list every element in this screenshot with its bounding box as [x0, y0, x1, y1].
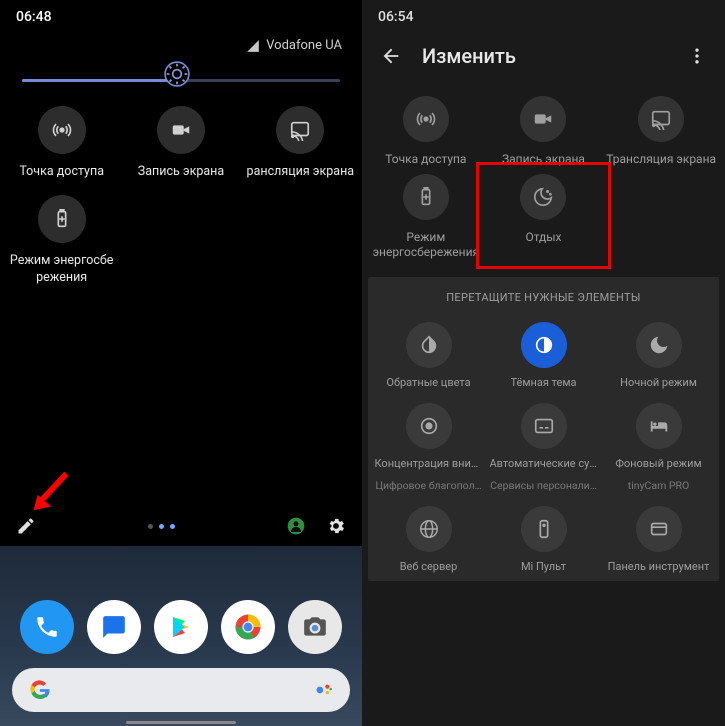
qs-label: Режим энергосбе режения [10, 253, 114, 287]
globe-icon [418, 518, 440, 540]
cast-icon [289, 119, 311, 141]
captions-icon [533, 415, 555, 437]
dock-messages[interactable] [87, 600, 141, 654]
tile-sublabel: Цифровое благопол… [375, 479, 481, 492]
tile-cast[interactable]: Трансляция экрана [603, 94, 719, 168]
google-g-icon [28, 678, 52, 702]
signal-icon [246, 39, 260, 53]
tile-label: Автоматические суб… [490, 457, 598, 470]
dock-phone[interactable] [20, 600, 74, 654]
qs-label: рансляция экрана [247, 164, 355, 181]
cast-icon [650, 108, 672, 130]
video-icon [170, 119, 192, 141]
status-time: 06:48 [16, 9, 52, 25]
tile-sublabel: Сервисы персонали… [490, 479, 597, 492]
carrier-row: Vodafone UA [0, 34, 362, 55]
battery-icon [51, 208, 73, 230]
tile-battery-saver[interactable]: Режим энергосбережения [368, 172, 484, 261]
video-icon [532, 108, 554, 130]
search-bar[interactable] [12, 668, 350, 712]
qs-label: Точка доступа [19, 164, 104, 181]
tile-label: Отдых [525, 230, 561, 244]
tile-label: Точка доступа [385, 152, 466, 166]
carrier-label: Vodafone UA [266, 38, 342, 53]
avail-tile-night-mode[interactable]: Ночной режим [602, 320, 715, 391]
moon-icon [648, 334, 670, 356]
settings-button[interactable] [326, 516, 346, 536]
dock-camera[interactable] [288, 600, 342, 654]
nav-bar[interactable] [126, 721, 236, 724]
tile-label: Обратные цвета [386, 376, 470, 389]
tile-label: Фоновый режим [615, 457, 701, 470]
target-icon [418, 415, 440, 437]
bed-icon [648, 415, 670, 437]
avail-tile-web-server[interactable]: Веб сервер [372, 504, 485, 575]
dark-theme-icon [533, 334, 555, 356]
tile-bedtime[interactable]: Отдых [486, 172, 602, 261]
toolbar-icon [648, 518, 670, 540]
bedtime-icon [532, 186, 554, 208]
brightness-thumb-icon[interactable] [164, 61, 190, 87]
avail-tile-invert-colors[interactable]: Обратные цвета [372, 320, 485, 391]
qs-tile-cast[interactable]: рансляция экрана [243, 102, 358, 185]
avail-tile-dark-theme[interactable]: Тёмная тема [487, 320, 600, 391]
more-button[interactable] [687, 46, 707, 66]
invert-icon [418, 334, 440, 356]
dock-playstore[interactable] [154, 600, 208, 654]
tile-label: Режим энергосбережения [373, 230, 480, 259]
tile-label: Mi Пульт [521, 560, 566, 573]
qs-label: Запись экрана [138, 164, 224, 181]
edit-button[interactable] [16, 516, 36, 536]
tile-hotspot[interactable]: Точка доступа [368, 94, 484, 168]
remote-icon [533, 518, 555, 540]
avail-tile-captions[interactable]: Автоматические суб… Сервисы персонали… [487, 401, 600, 493]
tile-label: Веб сервер [400, 560, 458, 573]
home-screen [0, 546, 362, 726]
battery-icon [415, 186, 437, 208]
tile-label: Концентрация вним… [375, 457, 483, 470]
hotspot-icon [415, 108, 437, 130]
dock-chrome[interactable] [221, 600, 275, 654]
tile-label: Трансляция экрана [606, 152, 716, 166]
avail-tile-background[interactable]: Фоновый режим tinyCam PRO [602, 401, 715, 493]
tile-label: Ночной режим [620, 376, 697, 389]
tile-label: Панель инструмент [608, 560, 710, 573]
avail-tile-mi-remote[interactable]: Mi Пульт [487, 504, 600, 575]
qs-tile-battery-saver[interactable]: Режим энергосбе режения [4, 191, 119, 291]
brightness-slider[interactable] [0, 55, 362, 92]
page-title: Изменить [422, 44, 667, 68]
avail-tile-focus[interactable]: Концентрация вним… Цифровое благопол… [372, 401, 485, 493]
status-time: 06:54 [378, 9, 414, 25]
assistant-icon[interactable] [314, 680, 334, 700]
back-button[interactable] [380, 45, 402, 67]
hotspot-icon [51, 119, 73, 141]
drag-section-title: ПЕРЕТАЩИТЕ НУЖНЫЕ ЭЛЕМЕНТЫ [368, 291, 719, 304]
tile-screen-record[interactable]: Запись экрана [486, 94, 602, 168]
page-dots [148, 524, 175, 529]
qs-tile-screen-record[interactable]: Запись экрана [123, 102, 238, 185]
avail-tile-toolbar[interactable]: Панель инструмент [602, 504, 715, 575]
user-button[interactable] [286, 516, 306, 536]
qs-tile-hotspot[interactable]: Точка доступа [4, 102, 119, 185]
tile-label: Тёмная тема [511, 376, 577, 389]
tile-sublabel: tinyCam PRO [628, 479, 689, 492]
